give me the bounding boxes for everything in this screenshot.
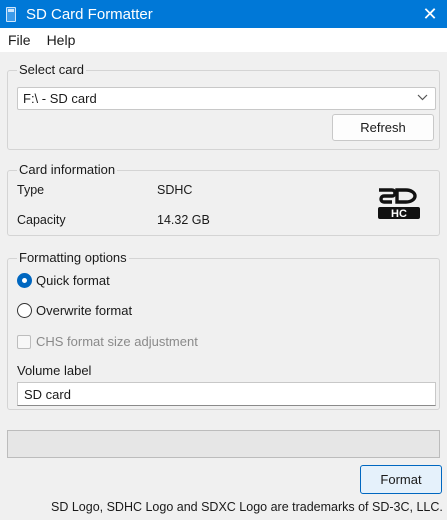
- quick-format-option[interactable]: Quick format: [17, 273, 110, 288]
- card-info-title: Card information: [17, 162, 118, 177]
- progress-bar: [7, 430, 440, 458]
- quick-format-label: Quick format: [36, 273, 110, 288]
- close-icon[interactable]: ✕: [413, 0, 447, 28]
- type-value: SDHC: [157, 183, 193, 197]
- overwrite-format-label: Overwrite format: [36, 303, 133, 318]
- volume-label-title: Volume label: [17, 363, 92, 378]
- card-dropdown-value: F:\ - SD card: [23, 91, 97, 106]
- card-info-group: Card information Type SDHC Capacity 14.3…: [7, 162, 440, 236]
- format-button[interactable]: Format: [360, 465, 442, 494]
- overwrite-format-option[interactable]: Overwrite format: [17, 303, 132, 318]
- capacity-label: Capacity: [17, 213, 66, 227]
- menu-file[interactable]: File: [0, 32, 39, 48]
- select-card-group: Select card F:\ - SD card Refresh: [7, 62, 440, 150]
- card-dropdown[interactable]: F:\ - SD card: [17, 87, 436, 110]
- refresh-button[interactable]: Refresh: [332, 114, 434, 141]
- title-bar: SD Card Formatter ✕: [0, 0, 447, 28]
- svg-text:HC: HC: [391, 208, 407, 220]
- trademark-notice: SD Logo, SDHC Logo and SDXC Logo are tra…: [51, 500, 443, 514]
- capacity-value: 14.32 GB: [157, 213, 210, 227]
- select-card-title: Select card: [17, 62, 87, 77]
- formatting-options-group: Formatting options Quick format Overwrit…: [7, 250, 440, 410]
- menu-help[interactable]: Help: [39, 32, 84, 48]
- formatting-options-title: Formatting options: [17, 250, 129, 265]
- volume-label-input[interactable]: [17, 382, 436, 406]
- sdhc-logo-icon: HC: [376, 187, 424, 221]
- quick-format-radio[interactable]: [17, 273, 32, 288]
- type-label: Type: [17, 183, 45, 197]
- chevron-down-icon: [417, 92, 428, 104]
- overwrite-format-radio[interactable]: [17, 303, 32, 318]
- sd-card-icon: [6, 6, 16, 22]
- menu-bar: File Help: [0, 28, 447, 52]
- window-title: SD Card Formatter: [26, 5, 153, 23]
- chs-checkbox: [17, 334, 31, 349]
- chs-label: CHS format size adjustment: [36, 334, 198, 349]
- chs-option: CHS format size adjustment: [17, 334, 198, 349]
